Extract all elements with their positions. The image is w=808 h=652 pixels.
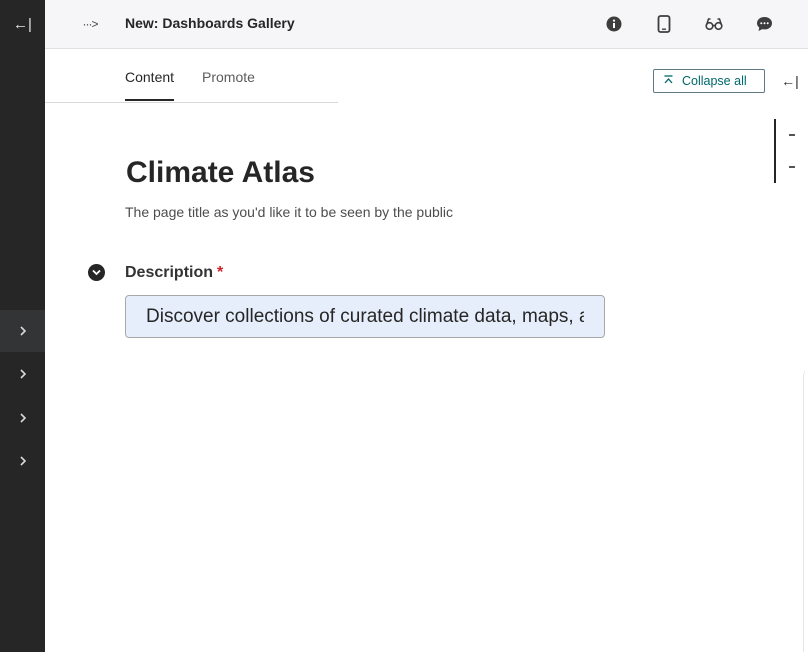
tab-promote[interactable]: Promote bbox=[202, 69, 255, 99]
comments-button[interactable] bbox=[752, 12, 776, 36]
right-panel-edge bbox=[803, 370, 808, 652]
sidebar-menu-item[interactable] bbox=[0, 397, 45, 439]
sidebar-menu-item[interactable] bbox=[0, 440, 45, 482]
mobile-preview-icon bbox=[657, 15, 671, 33]
chevron-right-icon bbox=[19, 326, 26, 336]
minimap-marker[interactable] bbox=[789, 166, 795, 168]
minimap-rail bbox=[774, 119, 776, 183]
info-icon bbox=[606, 16, 622, 32]
page-header-title: New: Dashboards Gallery bbox=[125, 15, 295, 31]
arrow-left-bar-icon: ←| bbox=[781, 73, 799, 89]
chevron-down-icon bbox=[92, 269, 101, 276]
required-marker: * bbox=[217, 264, 224, 281]
preview-button[interactable] bbox=[702, 12, 726, 36]
info-button[interactable] bbox=[602, 12, 626, 36]
side-panel-toggle-button[interactable]: ←| bbox=[778, 70, 802, 92]
page-title[interactable]: Climate Atlas bbox=[126, 156, 315, 190]
chevron-right-icon bbox=[19, 456, 26, 466]
tab-content[interactable]: Content bbox=[125, 69, 175, 101]
editor-tabs: Content Promote bbox=[45, 49, 338, 103]
arrow-left-bar-icon: ←| bbox=[13, 15, 32, 33]
page-header: ···> New: Dashboards Gallery bbox=[45, 0, 808, 49]
breadcrumb-arrow-icon: ···> bbox=[82, 17, 99, 31]
sidebar-menu-item[interactable] bbox=[0, 310, 45, 352]
collapse-up-icon bbox=[664, 74, 673, 88]
description-label-text: Description bbox=[125, 264, 214, 281]
mobile-preview-button[interactable] bbox=[652, 12, 676, 36]
collapse-all-button[interactable]: Collapse all bbox=[653, 69, 765, 93]
description-collapse-toggle[interactable] bbox=[88, 264, 105, 281]
minimap-marker[interactable] bbox=[789, 134, 795, 136]
description-input[interactable] bbox=[125, 295, 605, 338]
sidebar-menu-item[interactable] bbox=[0, 353, 45, 395]
chevron-right-icon bbox=[19, 369, 26, 379]
page-title-help-text: The page title as you'd like it to be se… bbox=[125, 204, 453, 220]
chevron-right-icon bbox=[19, 413, 26, 423]
sidebar-collapse-button[interactable]: ←| bbox=[0, 0, 45, 48]
collapse-all-label: Collapse all bbox=[682, 74, 747, 88]
breadcrumb-toggle-button[interactable]: ···> bbox=[79, 14, 101, 34]
preview-glasses-icon bbox=[705, 18, 723, 31]
comment-icon bbox=[756, 17, 772, 31]
description-label: Description * bbox=[125, 264, 223, 282]
explorer-sidebar: ←| bbox=[0, 0, 45, 652]
